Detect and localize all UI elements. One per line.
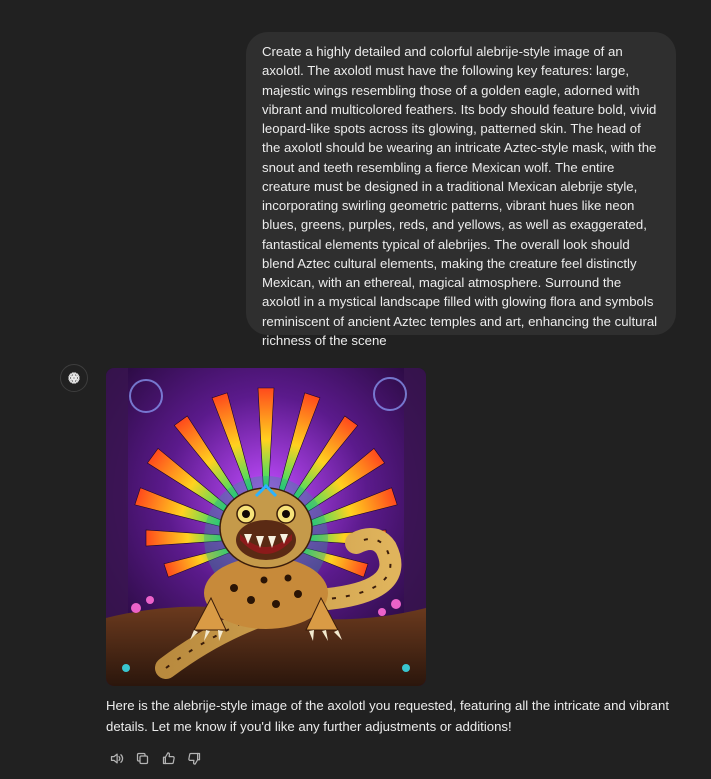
copy-icon <box>136 752 148 764</box>
alebrije-axolotl-artwork <box>106 368 426 686</box>
good-response-button[interactable] <box>158 748 178 768</box>
message-actions <box>106 748 204 768</box>
thumbs-down-icon <box>187 752 200 765</box>
assistant-avatar <box>60 364 88 392</box>
assistant-message-text: Here is the alebrije-style image of the … <box>106 698 669 734</box>
speaker-icon <box>110 753 123 763</box>
bad-response-button[interactable] <box>184 748 204 768</box>
openai-logo-icon <box>68 372 80 384</box>
generated-image[interactable] <box>106 368 426 686</box>
user-message-bubble: Create a highly detailed and colorful al… <box>246 32 676 348</box>
copy-button[interactable] <box>132 748 152 768</box>
user-message-text: Create a highly detailed and colorful al… <box>262 44 658 348</box>
read-aloud-button[interactable] <box>106 748 126 768</box>
thumbs-up-icon <box>162 751 175 764</box>
